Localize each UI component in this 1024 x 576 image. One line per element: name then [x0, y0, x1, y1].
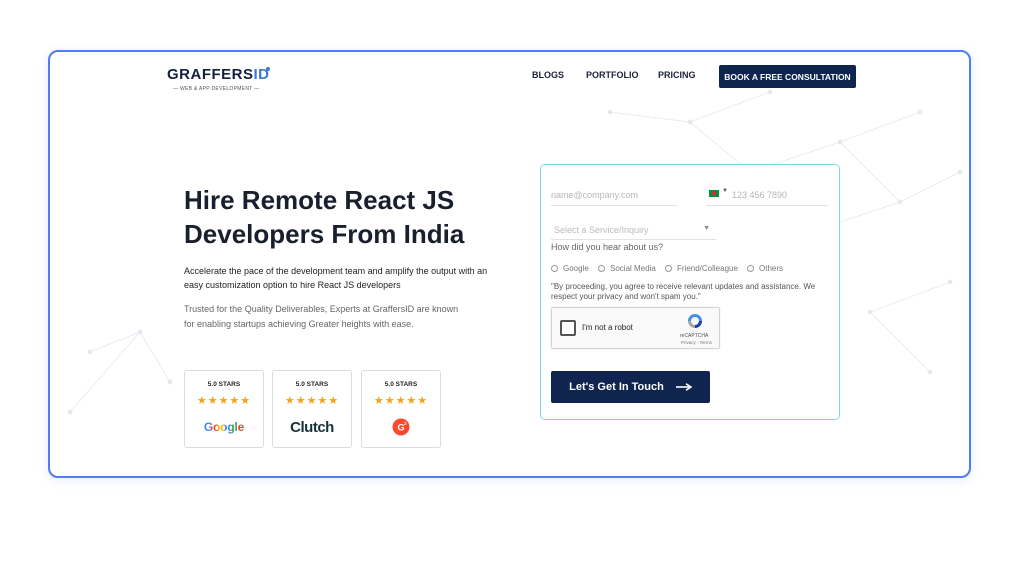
clutch-wordmark: Clutch	[290, 418, 334, 436]
page-frame: GRAFFERSID — WEB & APP DEVELOPMENT — BLO…	[48, 50, 971, 478]
contact-form: ▼ Select a Service/Inquiry ▼ How did you…	[540, 164, 840, 420]
service-select[interactable]: Select a Service/Inquiry ▼	[551, 218, 716, 240]
logo-wordmark: GRAFFERSID	[167, 66, 270, 83]
logo-letter-g: G	[167, 66, 180, 83]
nav-blogs[interactable]: BLOGS	[532, 70, 564, 80]
submit-button[interactable]: Let's Get In Touch	[551, 371, 710, 403]
radio-friend-colleague[interactable]: Friend/Colleague	[665, 264, 738, 273]
email-field[interactable]	[551, 184, 677, 206]
radio-label: Google	[563, 264, 589, 273]
radio-others[interactable]: Others	[747, 264, 783, 273]
referral-question: How did you hear about us?	[551, 242, 664, 252]
radio-circle-icon	[747, 265, 754, 272]
g2-logo-icon: G 2	[362, 417, 440, 437]
hero-trust-text: Trusted for the Quality Deliverables, Ex…	[184, 304, 459, 329]
google-rating-badge: 5.0 STARS ★★★★★ Google	[184, 370, 264, 448]
logo-tagline: — WEB & APP DEVELOPMENT —	[173, 86, 260, 92]
google-logo: Google	[185, 417, 263, 437]
logo-letters-raffers: RAFFERS	[179, 66, 254, 83]
radio-label: Social Media	[610, 264, 656, 273]
hero-title: Hire Remote React JS Developers From Ind…	[184, 183, 514, 251]
phone-field[interactable]	[706, 184, 828, 206]
nav-portfolio[interactable]: PORTFOLIO	[586, 70, 639, 80]
badge-rating-label: 5.0 STARS	[384, 381, 418, 388]
nav-pricing[interactable]: PRICING	[658, 70, 696, 80]
clutch-rating-badge: 5.0 STARS ★★★★★ Clutch	[272, 370, 352, 448]
badge-stars-icon: ★★★★★	[373, 395, 429, 407]
radio-circle-icon	[665, 265, 672, 272]
submit-button-label: Let's Get In Touch	[569, 381, 664, 393]
radio-google[interactable]: Google	[551, 264, 589, 273]
badge-stars-icon: ★★★★★	[196, 395, 252, 407]
recaptcha-label: I'm not a robot	[582, 323, 633, 332]
arrow-right-icon	[675, 383, 692, 391]
hero-title-line-2: Developers From India	[184, 219, 465, 249]
radio-social-media[interactable]: Social Media	[598, 264, 656, 273]
chevron-down-icon: ▼	[703, 225, 710, 232]
logo-dot-icon	[266, 67, 270, 71]
google-wordmark: Google	[203, 420, 245, 434]
radio-label: Friend/Colleague	[677, 264, 738, 273]
recaptcha-terms-link[interactable]: Privacy - Terms	[681, 340, 712, 345]
badge-rating-label: 5.0 STARS	[295, 381, 329, 388]
hero-description: Accelerate the pace of the development t…	[184, 266, 488, 290]
service-select-placeholder: Select a Service/Inquiry	[554, 225, 649, 235]
graffersid-logo[interactable]: GRAFFERSID — WEB & APP DEVELOPMENT —	[167, 66, 277, 96]
recaptcha-widget: I'm not a robot reCAPTCHA Privacy - Term…	[551, 307, 720, 349]
radio-circle-icon	[551, 265, 558, 272]
consent-text: "By proceeding, you agree to receive rel…	[551, 282, 816, 301]
radio-label: Others	[759, 264, 784, 273]
badge-rating-label: 5.0 STARS	[207, 381, 241, 388]
g2-logo-mark: G 2	[392, 418, 410, 436]
badge-stars-icon: ★★★★★	[284, 395, 340, 407]
recaptcha-icon	[688, 314, 702, 328]
g2-rating-badge: 5.0 STARS ★★★★★ G 2	[361, 370, 441, 448]
hero-title-line-1: Hire Remote React JS	[184, 185, 455, 215]
book-consultation-button[interactable]: BOOK A FREE CONSULTATION	[719, 65, 856, 88]
recaptcha-checkbox[interactable]	[560, 320, 576, 336]
radio-circle-icon	[598, 265, 605, 272]
clutch-logo: Clutch	[273, 417, 351, 437]
recaptcha-brand: reCAPTCHA	[680, 333, 709, 339]
